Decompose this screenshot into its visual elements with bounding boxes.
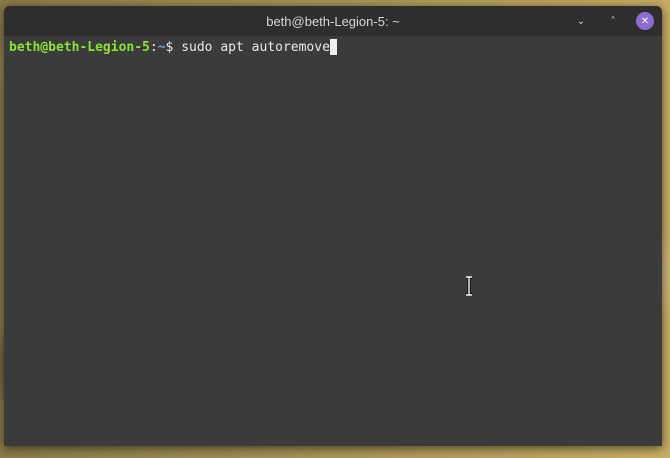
window-titlebar[interactable]: beth@beth-Legion-5: ~ ⌄ ˄ ✕ (4, 6, 662, 36)
minimize-button[interactable]: ⌄ (572, 12, 590, 30)
maximize-icon: ˄ (610, 15, 616, 27)
window-title: beth@beth-Legion-5: ~ (266, 13, 400, 29)
ibeam-cursor-icon (466, 276, 472, 296)
maximize-button[interactable]: ˄ (604, 12, 622, 30)
text-cursor (329, 39, 337, 55)
terminal-window[interactable]: beth@beth-Legion-5: ~ ⌄ ˄ ✕ beth@beth-Le… (4, 6, 662, 446)
close-button[interactable]: ✕ (636, 12, 654, 30)
prompt-separator: : (149, 40, 158, 55)
prompt-path: ~ (157, 40, 166, 55)
window-controls: ⌄ ˄ ✕ (572, 6, 654, 36)
command-line: beth@beth-Legion-5:~$ sudo apt autoremov… (9, 39, 657, 56)
minimize-icon: ⌄ (576, 15, 586, 27)
command-text: sudo apt autoremove (173, 40, 330, 55)
terminal-output[interactable]: beth@beth-Legion-5:~$ sudo apt autoremov… (4, 36, 662, 446)
close-icon: ✕ (640, 15, 650, 27)
prompt-user-host: beth@beth-Legion-5 (9, 40, 150, 55)
